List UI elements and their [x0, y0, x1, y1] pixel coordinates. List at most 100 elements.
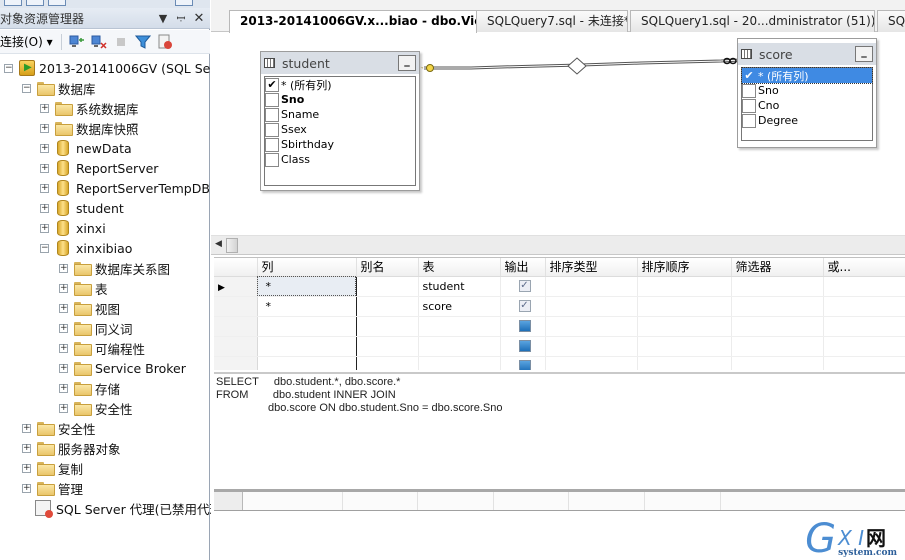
or-cell[interactable] [823, 276, 905, 297]
table-cell[interactable] [418, 336, 501, 357]
expand-icon[interactable]: + [59, 343, 68, 353]
table-column-row[interactable]: Ssex [265, 122, 415, 137]
column-checkbox[interactable] [265, 137, 279, 152]
or-cell[interactable] [823, 316, 905, 337]
expand-icon[interactable]: + [40, 223, 49, 233]
output-checkbox[interactable]: ✓ [518, 300, 531, 312]
scroll-left-arrow-icon[interactable]: ◀ [215, 239, 222, 249]
tree-node[interactable]: + 视图 [0, 298, 210, 318]
sort-type-cell[interactable] [545, 356, 638, 370]
alias-cell[interactable] [356, 356, 419, 370]
output-checkbox[interactable] [518, 360, 531, 370]
output-cell[interactable] [500, 356, 546, 370]
alias-cell[interactable] [356, 296, 419, 317]
column-checkbox[interactable] [742, 83, 756, 98]
tree-node[interactable]: + ReportServerTempDB [0, 178, 210, 198]
criteria-column-header[interactable]: 筛选器 [731, 258, 824, 277]
column-checkbox[interactable] [742, 113, 756, 128]
row-selector[interactable] [214, 336, 258, 357]
expand-icon[interactable]: + [22, 423, 31, 433]
row-selector[interactable]: ▶ [214, 276, 258, 297]
tree-node[interactable]: + 数据库快照 [0, 118, 210, 138]
tree-node[interactable]: + 可编程性 [0, 338, 210, 358]
alias-cell[interactable] [356, 276, 419, 297]
sort-order-cell[interactable] [637, 316, 732, 337]
tree-node[interactable]: SQL Server 代理(已禁用代理 [0, 498, 222, 518]
row-selector[interactable] [214, 356, 258, 370]
sort-type-cell[interactable] [545, 316, 638, 337]
collapse-icon[interactable]: − [4, 63, 13, 73]
table-cell[interactable] [418, 316, 501, 337]
filter-icon[interactable] [134, 33, 152, 51]
minimize-button[interactable]: _ [398, 55, 416, 71]
tree-node[interactable]: + xinxi [0, 218, 210, 238]
sort-type-cell[interactable] [545, 276, 638, 297]
tree-node[interactable]: + 表 [0, 278, 210, 298]
table-column-row[interactable]: Sname [265, 107, 415, 122]
expand-icon[interactable]: + [59, 263, 68, 273]
toolbar-button[interactable] [26, 0, 44, 6]
tree-node[interactable]: + 安全性 [0, 418, 210, 438]
sort-order-cell[interactable] [637, 336, 732, 357]
filter-cell[interactable] [731, 336, 824, 357]
close-icon[interactable]: ✕ [192, 11, 206, 26]
output-cell[interactable] [500, 316, 546, 337]
criteria-row[interactable]: ▶ * student ✓ [214, 276, 905, 297]
stop-icon[interactable] [112, 33, 130, 51]
table-column-row[interactable]: Sno [742, 83, 872, 98]
column-checkbox[interactable] [265, 92, 279, 107]
output-cell[interactable] [500, 336, 546, 357]
table-column-row[interactable]: Sbirthday [265, 137, 415, 152]
or-cell[interactable] [823, 336, 905, 357]
output-checkbox[interactable] [518, 320, 531, 332]
criteria-row[interactable] [214, 316, 905, 337]
column-checkbox[interactable]: ✔ [265, 77, 279, 92]
sort-order-cell[interactable] [637, 276, 732, 297]
column-checkbox[interactable]: ✔ [742, 69, 756, 83]
expand-icon[interactable]: + [40, 103, 49, 113]
row-selector[interactable] [214, 296, 258, 317]
filter-cell[interactable] [731, 276, 824, 297]
table-cell[interactable]: score [418, 296, 501, 317]
filter-cell[interactable] [731, 356, 824, 370]
column-cell[interactable] [257, 336, 357, 357]
alias-cell[interactable] [356, 316, 419, 337]
output-checkbox[interactable] [518, 340, 531, 352]
table-column-row[interactable]: ✔ * (所有列) [265, 77, 415, 92]
collapse-icon[interactable]: − [22, 83, 31, 93]
expand-icon[interactable]: + [40, 123, 49, 133]
filter-cell[interactable] [731, 296, 824, 317]
tree-node[interactable]: + ReportServer [0, 158, 210, 178]
tree-node[interactable]: + Service Broker [0, 358, 210, 378]
expand-icon[interactable]: + [59, 403, 68, 413]
expand-icon[interactable]: + [40, 183, 49, 193]
sort-type-cell[interactable] [545, 336, 638, 357]
criteria-row[interactable] [214, 356, 905, 370]
table-column-row[interactable]: Degree [742, 113, 872, 128]
table-column-row[interactable]: Class [265, 152, 415, 167]
sort-order-cell[interactable] [637, 296, 732, 317]
criteria-column-header[interactable]: 排序类型 [545, 258, 638, 277]
expand-icon[interactable]: + [22, 443, 31, 453]
column-cell[interactable]: * [257, 276, 357, 297]
expand-icon[interactable]: + [40, 163, 49, 173]
scrollbar-thumb[interactable] [226, 238, 238, 253]
tree-node[interactable]: − 数据库 [0, 78, 210, 98]
column-checkbox[interactable] [742, 98, 756, 113]
sort-type-cell[interactable] [545, 296, 638, 317]
table-cell[interactable]: student [418, 276, 501, 297]
alias-cell[interactable] [356, 336, 419, 357]
tree-node[interactable]: + 存储 [0, 378, 210, 398]
dropdown-icon[interactable]: ▼ [156, 12, 170, 25]
table-column-row[interactable]: ✔ * (所有列) [741, 67, 873, 84]
sort-order-cell[interactable] [637, 356, 732, 370]
toolbar-button[interactable] [175, 0, 193, 6]
criteria-column-header[interactable]: 表 [418, 258, 501, 277]
criteria-row[interactable] [214, 336, 905, 357]
connect-dropdown-button[interactable]: 连接(O) ▾ [0, 33, 57, 50]
tab-sqlquery7[interactable]: SQLQuery7.sql - 未连接* [476, 10, 628, 32]
tree-node[interactable]: + 数据库关系图 [0, 258, 210, 278]
tree-node[interactable]: − xinxibiao [0, 238, 210, 258]
output-checkbox[interactable]: ✓ [518, 280, 531, 292]
tree-node[interactable]: + newData [0, 138, 210, 158]
